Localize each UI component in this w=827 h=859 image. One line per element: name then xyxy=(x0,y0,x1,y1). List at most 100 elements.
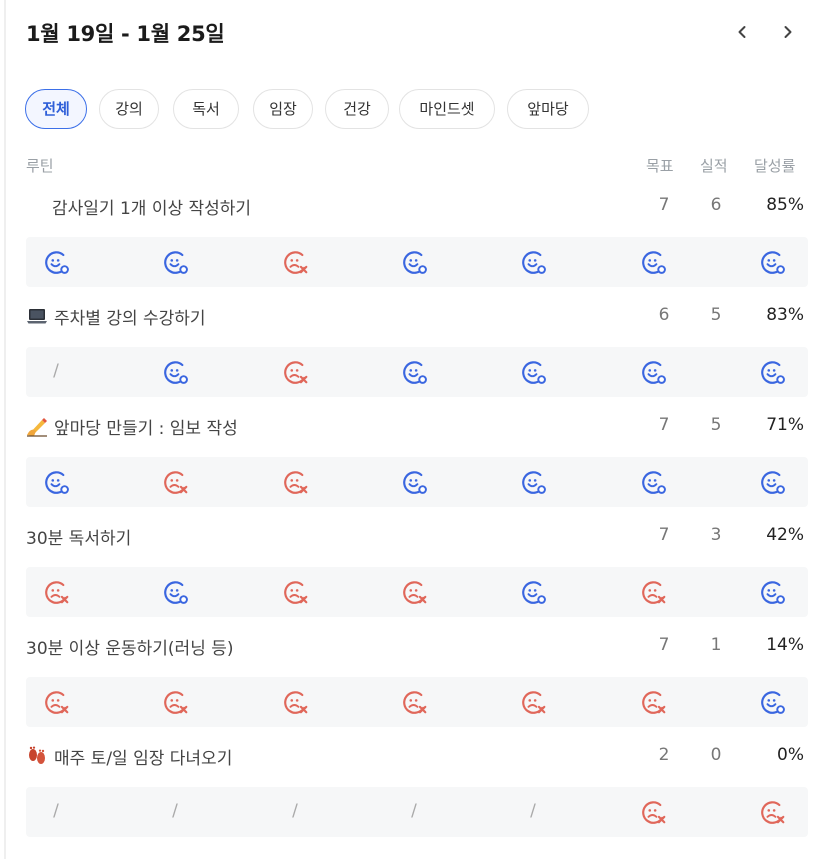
sad-fail-icon[interactable] xyxy=(400,578,428,606)
not-scheduled-mark: / xyxy=(411,801,417,821)
achievement-rate: 0% xyxy=(777,745,804,765)
smile-success-icon[interactable] xyxy=(639,468,667,496)
filter-chip[interactable]: 독서 xyxy=(173,89,239,129)
smile-success-icon[interactable] xyxy=(161,248,189,276)
routine-row[interactable]: 30분 독서하기 7 3 42% xyxy=(26,523,808,623)
filter-chip[interactable]: 마인드셋 xyxy=(399,89,495,129)
routine-title-label: 30분 독서하기 xyxy=(26,528,132,549)
achievement-rate: 85% xyxy=(766,195,804,215)
routine-title-label: 매주 토/일 임장 다녀오기 xyxy=(54,748,233,769)
routine-title: 주차별 강의 수강하기 xyxy=(26,303,206,329)
routine-row[interactable]: 주차별 강의 수강하기 6 5 83% / xyxy=(26,303,808,403)
routine-row[interactable]: 매주 토/일 임장 다녀오기 2 0 0% / / / / / xyxy=(26,743,808,843)
filter-chip[interactable]: 건강 xyxy=(325,89,389,129)
achievement-rate: 83% xyxy=(766,305,804,325)
smile-success-icon[interactable] xyxy=(758,248,786,276)
smile-success-icon[interactable] xyxy=(639,248,667,276)
sad-fail-icon[interactable] xyxy=(42,688,70,716)
smile-success-icon[interactable] xyxy=(519,248,547,276)
smile-success-icon[interactable] xyxy=(519,358,547,386)
smile-success-icon[interactable] xyxy=(161,578,189,606)
not-scheduled-mark: / xyxy=(292,801,298,821)
day-status-strip: / / / / / xyxy=(26,787,808,837)
smile-success-icon[interactable] xyxy=(161,358,189,386)
sad-fail-icon[interactable] xyxy=(281,468,309,496)
sad-fail-icon[interactable] xyxy=(161,468,189,496)
smile-success-icon[interactable] xyxy=(639,358,667,386)
column-headers: 루틴 목표 실적 달성률 xyxy=(26,155,806,179)
goal-count: 7 xyxy=(658,415,670,435)
routine-title-label: 감사일기 1개 이상 작성하기 xyxy=(52,198,252,219)
achievement-rate: 71% xyxy=(766,415,804,435)
goal-count: 7 xyxy=(658,195,670,215)
sad-fail-icon[interactable] xyxy=(639,798,667,826)
smile-success-icon[interactable] xyxy=(758,688,786,716)
smile-success-icon[interactable] xyxy=(400,248,428,276)
routine-row[interactable]: 앞마당 만들기 : 임보 작성 7 5 71% xyxy=(26,413,808,513)
smile-success-icon[interactable] xyxy=(42,468,70,496)
sad-fail-icon[interactable] xyxy=(281,688,309,716)
smile-success-icon[interactable] xyxy=(758,358,786,386)
goal-count: 6 xyxy=(658,305,670,325)
filter-chip[interactable]: 앞마당 xyxy=(507,89,589,129)
column-goal: 목표 xyxy=(646,157,674,175)
day-status-strip xyxy=(26,677,808,727)
routine-title-label: 앞마당 만들기 : 임보 작성 xyxy=(54,418,238,439)
not-scheduled-mark: / xyxy=(53,361,59,381)
week-title: 1월 19일 - 1월 25일 xyxy=(26,22,225,46)
sad-fail-icon[interactable] xyxy=(639,578,667,606)
sad-fail-icon[interactable] xyxy=(161,688,189,716)
sad-fail-icon[interactable] xyxy=(281,248,309,276)
chevron-right-icon[interactable] xyxy=(774,18,802,46)
laptop-icon xyxy=(26,305,48,327)
day-status-strip: / xyxy=(26,347,808,397)
empty-icon-slot xyxy=(26,195,46,217)
smile-success-icon[interactable] xyxy=(400,468,428,496)
goal-count: 2 xyxy=(658,745,670,765)
achievement-rate: 14% xyxy=(766,635,804,655)
actual-count: 5 xyxy=(710,415,722,435)
sad-fail-icon[interactable] xyxy=(400,688,428,716)
chevron-left-icon[interactable] xyxy=(728,18,756,46)
routine-title: 감사일기 1개 이상 작성하기 xyxy=(26,193,251,219)
goal-count: 7 xyxy=(658,635,670,655)
filter-chip[interactable]: 전체 xyxy=(25,89,87,129)
sad-fail-icon[interactable] xyxy=(281,578,309,606)
left-divider xyxy=(4,0,6,859)
routine-title: 매주 토/일 임장 다녀오기 xyxy=(26,743,232,769)
sad-fail-icon[interactable] xyxy=(281,358,309,386)
column-rate: 달성률 xyxy=(754,157,796,175)
smile-success-icon[interactable] xyxy=(42,248,70,276)
smile-success-icon[interactable] xyxy=(519,468,547,496)
sad-fail-icon[interactable] xyxy=(42,578,70,606)
filter-chip[interactable]: 강의 xyxy=(99,89,159,129)
smile-success-icon[interactable] xyxy=(758,468,786,496)
column-actual: 실적 xyxy=(700,157,728,175)
routine-row[interactable]: 감사일기 1개 이상 작성하기 7 6 85% xyxy=(26,193,808,293)
smile-success-icon[interactable] xyxy=(519,578,547,606)
week-header: 1월 19일 - 1월 25일 xyxy=(26,14,806,54)
routine-title: 30분 이상 운동하기(러닝 등) xyxy=(26,633,234,659)
smile-success-icon[interactable] xyxy=(400,358,428,386)
routine-title: 앞마당 만들기 : 임보 작성 xyxy=(26,413,238,439)
actual-count: 3 xyxy=(710,525,722,545)
not-scheduled-mark: / xyxy=(53,801,59,821)
sad-fail-icon[interactable] xyxy=(758,798,786,826)
actual-count: 6 xyxy=(710,195,722,215)
footprints-icon xyxy=(26,745,48,767)
day-status-strip xyxy=(26,567,808,617)
filter-chip[interactable]: 임장 xyxy=(253,89,313,129)
routine-row[interactable]: 30분 이상 운동하기(러닝 등) 7 1 14% xyxy=(26,633,808,733)
sad-fail-icon[interactable] xyxy=(639,688,667,716)
not-scheduled-mark: / xyxy=(530,801,536,821)
actual-count: 0 xyxy=(710,745,722,765)
day-status-strip xyxy=(26,457,808,507)
writing-hand-icon xyxy=(26,415,48,437)
actual-count: 5 xyxy=(710,305,722,325)
day-status-strip xyxy=(26,237,808,287)
achievement-rate: 42% xyxy=(766,525,804,545)
sad-fail-icon[interactable] xyxy=(519,688,547,716)
column-routine: 루틴 xyxy=(26,157,54,175)
not-scheduled-mark: / xyxy=(172,801,178,821)
smile-success-icon[interactable] xyxy=(758,578,786,606)
